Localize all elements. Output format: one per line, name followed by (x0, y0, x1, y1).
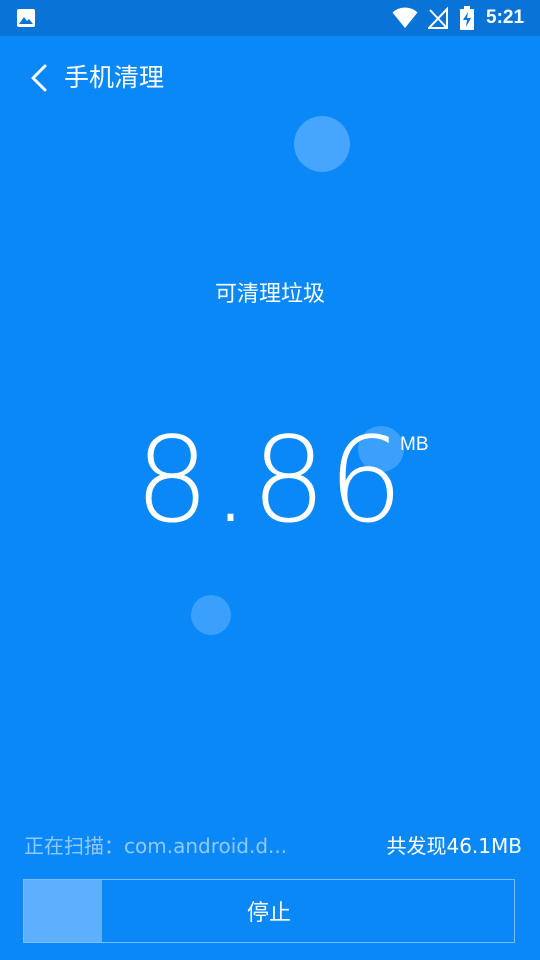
junk-label: 可清理垃圾 (214, 282, 325, 307)
page-title: 手机清理 (64, 63, 165, 92)
junk-size-value: 8.86 (134, 411, 406, 549)
decorative-bubble (294, 116, 350, 172)
found-total-text: 共发现46.1MB (386, 834, 522, 858)
chevron-left-icon (31, 64, 47, 92)
status-bar: 5:21 (0, 0, 540, 36)
back-button[interactable] (22, 58, 56, 98)
battery-charging-icon (460, 6, 474, 30)
stop-button-label: 停止 (246, 901, 291, 926)
no-signal-icon (428, 7, 448, 29)
status-time: 5:21 (486, 7, 525, 28)
gallery-icon (17, 9, 35, 27)
wifi-icon (392, 7, 418, 28)
decorative-bubble (191, 595, 231, 635)
scan-status-text: 正在扫描：com.android.d... (24, 834, 288, 858)
stop-button[interactable]: 停止 (23, 879, 515, 943)
junk-size-unit: MB (400, 434, 429, 455)
